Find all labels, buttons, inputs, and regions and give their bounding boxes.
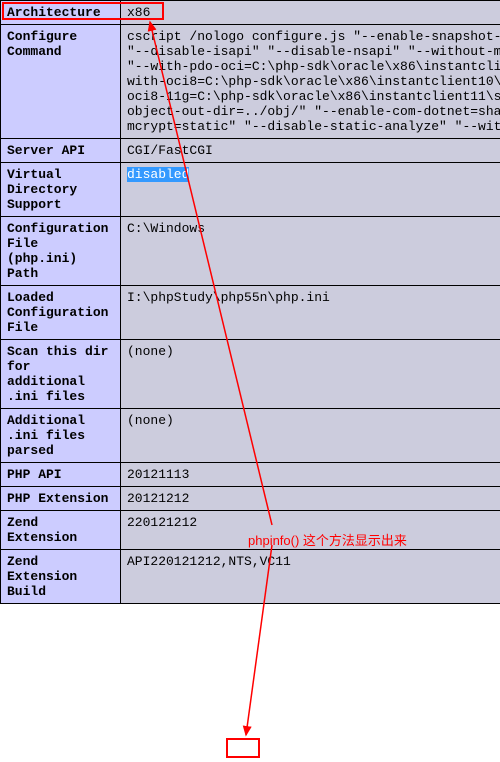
row-label: PHP API [1, 463, 121, 487]
table-row: Configuration File (php.ini) PathC:\Wind… [1, 217, 500, 286]
table-row: Server APICGI/FastCGI [1, 139, 500, 163]
row-label: Additional .ini files parsed [1, 409, 121, 463]
table-row: PHP API20121113 [1, 463, 500, 487]
row-label: Configure Command [1, 25, 121, 139]
row-value: 220121212 [121, 511, 500, 550]
row-value: (none) [121, 409, 500, 463]
selected-text: disabled [127, 167, 189, 182]
row-value: x86 [121, 1, 500, 25]
row-label: Zend Extension [1, 511, 121, 550]
row-value: CGI/FastCGI [121, 139, 500, 163]
table-row: Zend Extension220121212 [1, 511, 500, 550]
row-label: Server API [1, 139, 121, 163]
row-label: Architecture [1, 1, 121, 25]
row-label: PHP Extension [1, 487, 121, 511]
table-row: Additional .ini files parsed(none) [1, 409, 500, 463]
table-row: Architecturex86 [1, 1, 500, 25]
table-row: Loaded Configuration FileI:\phpStudy\php… [1, 286, 500, 340]
row-label: Configuration File (php.ini) Path [1, 217, 121, 286]
row-value: (none) [121, 340, 500, 409]
row-label: Scan this dir for additional .ini files [1, 340, 121, 409]
row-value: I:\phpStudy\php55n\php.ini [121, 286, 500, 340]
table-row: Configure Commandcscript /nologo configu… [1, 25, 500, 139]
row-value: 20121212 [121, 487, 500, 511]
table-row: PHP Extension20121212 [1, 487, 500, 511]
row-value: 20121113 [121, 463, 500, 487]
row-value: cscript /nologo configure.js "--enable-s… [121, 25, 500, 139]
phpinfo-table: Architecturex86Configure Commandcscript … [0, 0, 500, 604]
row-value: C:\Windows [121, 217, 500, 286]
row-value: disabled [121, 163, 500, 217]
row-label: Zend Extension Build [1, 550, 121, 604]
row-label: Virtual Directory Support [1, 163, 121, 217]
row-label: Loaded Configuration File [1, 286, 121, 340]
table-row: Zend Extension BuildAPI220121212,NTS,VC1… [1, 550, 500, 604]
table-row: Virtual Directory Support disabled [1, 163, 500, 217]
highlight-nts [226, 738, 260, 758]
table-row: Scan this dir for additional .ini files(… [1, 340, 500, 409]
row-value: API220121212,NTS,VC11 [121, 550, 500, 604]
